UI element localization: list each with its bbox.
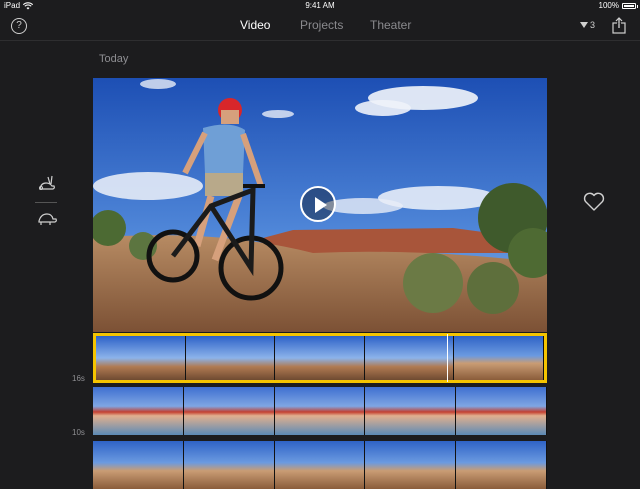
clip-duration: 10s [72,428,85,437]
play-icon[interactable] [300,186,336,222]
clip-strip[interactable] [93,387,547,435]
clip-duration: 16s [72,374,85,383]
clip-frame [185,336,276,380]
clip-frame [456,441,547,489]
clip-strip[interactable] [93,441,547,489]
clip-frame [365,441,457,489]
heart-icon[interactable] [583,192,605,212]
sort-button[interactable]: 3 [580,20,595,30]
clip-frame [93,387,184,435]
clip-frame [274,441,366,489]
status-time: 9:41 AM [305,1,335,10]
navigation-bar: ? Video Projects Theater 3 [0,12,640,41]
clip-frame [183,441,275,489]
clip-frame [274,387,366,435]
clip-frame [93,441,184,489]
share-icon[interactable] [612,17,626,34]
battery-icon [622,2,638,9]
clip-frame [454,336,544,380]
clip-frame [275,336,365,380]
clip-frame [364,336,455,380]
rabbit-icon[interactable] [37,174,57,192]
clip-frame [183,387,275,435]
tab-projects[interactable]: Projects [300,18,343,32]
status-bar: iPad 9:41 AM 100% [0,0,640,12]
clip-frame [456,387,547,435]
speed-controls [33,172,61,230]
segmented-tabs: Video Projects Theater [0,12,640,40]
clip-strip-selected[interactable] [93,333,547,383]
speed-divider [35,202,57,203]
tab-theater[interactable]: Theater [370,18,411,32]
section-date-label: Today [99,53,129,65]
video-preview[interactable] [93,78,547,332]
status-bar-right: 100% [598,1,638,10]
tab-video[interactable]: Video [240,18,270,32]
clip-frame [96,336,186,380]
triangle-down-icon [580,22,588,28]
sort-count: 3 [590,20,596,30]
clip-frame [365,387,457,435]
battery-percent: 100% [598,1,619,10]
playhead[interactable] [447,334,448,382]
turtle-icon[interactable] [36,210,58,226]
